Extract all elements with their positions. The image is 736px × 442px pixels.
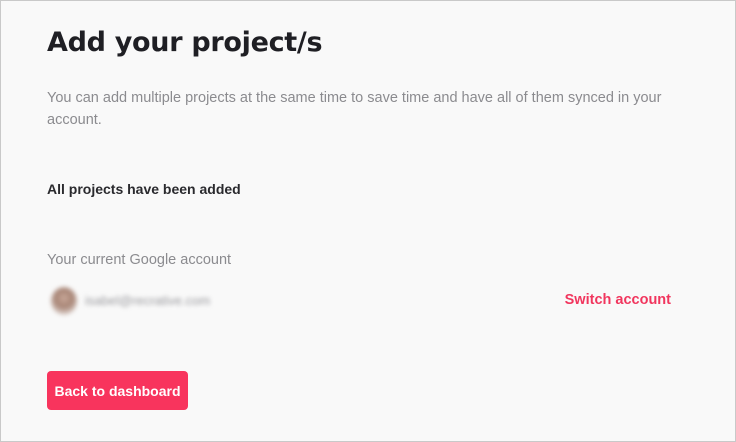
- back-to-dashboard-button[interactable]: Back to dashboard: [47, 371, 188, 410]
- switch-account-link[interactable]: Switch account: [565, 292, 671, 308]
- page-description: You can add multiple projects at the sam…: [47, 90, 662, 128]
- status-message: All projects have been added: [47, 181, 241, 197]
- account-email: isabel@recrative.com: [85, 293, 211, 308]
- avatar: [51, 287, 77, 315]
- page-container: Add your project/s You can add multiple …: [0, 0, 736, 442]
- google-account-row: isabel@recrative.com Switch account: [47, 285, 671, 317]
- google-account-label: Your current Google account: [47, 252, 232, 268]
- page-title: Add your project/s: [47, 27, 323, 58]
